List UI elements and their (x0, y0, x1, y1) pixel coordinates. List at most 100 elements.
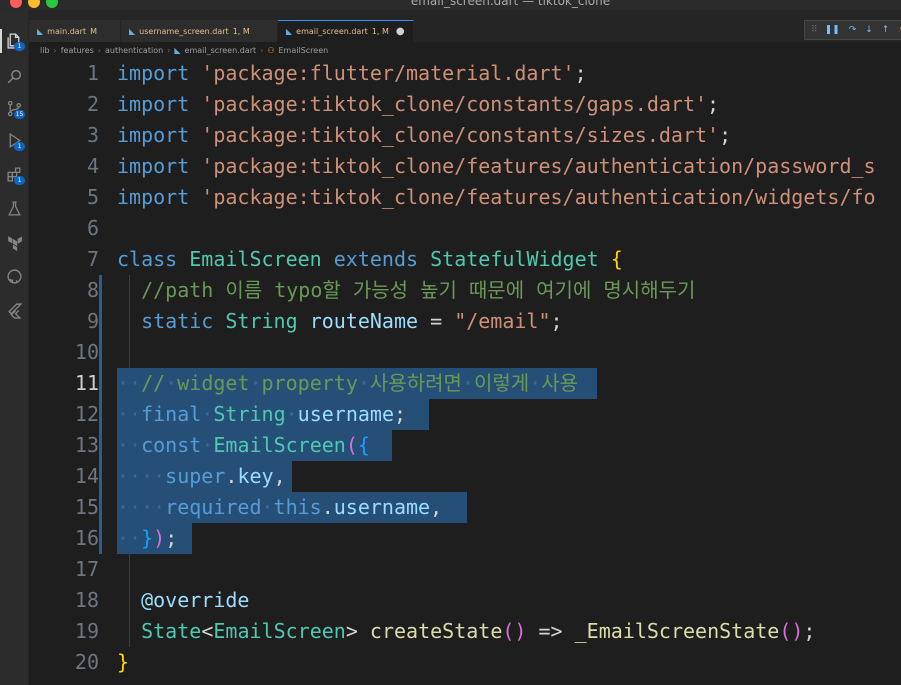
code-token: · (201, 433, 214, 457)
flutter-icon[interactable] (4, 300, 24, 320)
code-token: , (273, 464, 286, 488)
line-number: 15 (74, 495, 99, 519)
code-line[interactable]: 5 import 'package:tiktok_clone/features/a… (29, 182, 901, 213)
code-token: _EmailScreenState (574, 619, 780, 643)
dart-file-icon: ◣ (174, 45, 181, 55)
code-token: static (141, 309, 214, 333)
code-token: ···· (117, 464, 166, 488)
breadcrumb-lib[interactable]: lib (40, 46, 50, 55)
code-editor[interactable]: 1 import 'package:flutter/material.dart';… (29, 58, 901, 685)
breadcrumb-features[interactable]: features (61, 46, 94, 55)
code-token: · (249, 371, 262, 395)
breadcrumb-symbol[interactable]: EmailScreen (279, 46, 329, 55)
code-token: > (345, 619, 370, 643)
line-number: 19 (74, 619, 99, 643)
step-into-icon[interactable]: ↓ (865, 25, 873, 35)
code-line[interactable]: 10 (29, 337, 901, 368)
line-number: 1 (86, 61, 99, 85)
step-over-icon[interactable]: ↷ (849, 25, 857, 35)
code-token: 'package:tiktok_clone/features/authentic… (201, 185, 876, 209)
code-token: 'package:flutter/material.dart' (201, 61, 575, 85)
gutter-change-marker (99, 306, 102, 337)
github-icon[interactable] (4, 266, 24, 286)
unsaved-dot-icon[interactable]: ● (396, 26, 405, 37)
code-line[interactable]: 20} (29, 647, 901, 678)
code-token: ···· (117, 495, 166, 519)
pause-icon[interactable]: ❚❚ (825, 25, 840, 35)
code-line[interactable]: 6 (29, 213, 901, 244)
editor-tab-bar: ◣ main.dart M ◣ username_screen.dart 1, … (29, 10, 901, 43)
code-token: · (285, 402, 298, 426)
breadcrumb-file[interactable]: email_screen.dart (185, 46, 257, 55)
code-token: State (141, 619, 202, 643)
code-token: routeName (309, 309, 419, 333)
tab-username-screen-dart[interactable]: ◣ username_screen.dart 1, M (121, 20, 278, 42)
code-token: createState (369, 619, 503, 643)
code-line[interactable]: 15 ····required·this.username, (29, 492, 901, 523)
code-token: username (333, 495, 431, 519)
code-text: State<EmailScreen> createState() => _Ema… (117, 616, 815, 647)
code-line[interactable]: 16 ··}); (29, 523, 901, 554)
code-line[interactable]: 2 import 'package:tiktok_clone/constants/… (29, 89, 901, 120)
code-line[interactable]: 19 State<EmailScreen> createState() => _… (29, 616, 901, 647)
code-line[interactable]: 13 ··const·EmailScreen({ (29, 430, 901, 461)
code-token: { (610, 247, 623, 271)
gutter-change-marker (99, 492, 102, 523)
code-token: super (165, 464, 226, 488)
code-text: static String routeName = "/email"; (117, 306, 562, 337)
chevron-right-icon: › (167, 45, 171, 55)
line-number: 12 (74, 402, 99, 426)
tab-label: main.dart (47, 26, 87, 36)
line-number: 9 (86, 309, 99, 333)
code-token: this (273, 495, 322, 519)
code-line[interactable]: 17 (29, 554, 901, 585)
code-token: · (201, 402, 214, 426)
code-line[interactable]: 4 import 'package:tiktok_clone/features/a… (29, 151, 901, 182)
code-token: ·· (117, 433, 142, 457)
code-line[interactable]: 1 import 'package:flutter/material.dart'; (29, 58, 901, 89)
gutter-change-marker (99, 430, 102, 461)
breadcrumb-authentication[interactable]: authentication (105, 46, 163, 55)
code-line[interactable]: 11 ··//·widget·property·사용하려면·이렇게·사용 (29, 368, 901, 399)
code-token: · (461, 371, 474, 395)
code-token: String (225, 309, 298, 333)
line-number: 3 (86, 123, 99, 147)
code-line[interactable]: 9 static String routeName = "/email"; (29, 306, 901, 337)
code-line[interactable]: 3 import 'package:tiktok_clone/constants/… (29, 120, 901, 151)
drag-handle-icon[interactable]: ⠿ (811, 25, 817, 35)
line-number: 2 (86, 92, 99, 116)
code-token: import (117, 123, 190, 147)
line-number: 5 (86, 185, 99, 209)
code-token: ; (719, 123, 732, 147)
run-debug-icon[interactable]: 1 (4, 130, 25, 151)
extensions-icon[interactable]: 1 (4, 164, 25, 185)
code-token: } (141, 526, 154, 550)
line-number: 16 (74, 526, 99, 550)
code-token: ; (574, 61, 587, 85)
step-out-icon[interactable]: ↑ (882, 25, 890, 35)
code-line[interactable]: 7 class EmailScreen extends StatefulWidge… (29, 244, 901, 275)
source-control-icon[interactable]: 15 (4, 98, 25, 119)
line-number: 13 (74, 433, 99, 457)
title-bar: email_screen.dart — tiktok_clone (0, 0, 901, 10)
code-line[interactable]: 8 //path 이름 typo할 가능성 높기 때문에 여기에 명시해두기 (29, 275, 901, 306)
line-number: 14 (74, 464, 99, 488)
terraform-icon[interactable] (4, 232, 24, 252)
code-text: import 'package:tiktok_clone/constants/s… (117, 120, 731, 151)
code-text: import 'package:flutter/material.dart'; (117, 58, 587, 89)
code-line[interactable]: 12 ··final·String·username; (29, 399, 901, 430)
search-icon[interactable] (4, 66, 24, 86)
testing-icon[interactable] (4, 198, 24, 218)
tab-email-screen-dart[interactable]: ◣ email_screen.dart 1, M ● (278, 20, 414, 42)
tab-main-dart[interactable]: ◣ main.dart M (29, 20, 121, 42)
code-line[interactable]: 18 @override (29, 585, 901, 616)
code-line[interactable]: 14 ····super.key, (29, 461, 901, 492)
explorer-icon[interactable]: 1 (4, 30, 25, 51)
code-token: () (502, 619, 527, 643)
gutter-change-marker (99, 461, 102, 492)
